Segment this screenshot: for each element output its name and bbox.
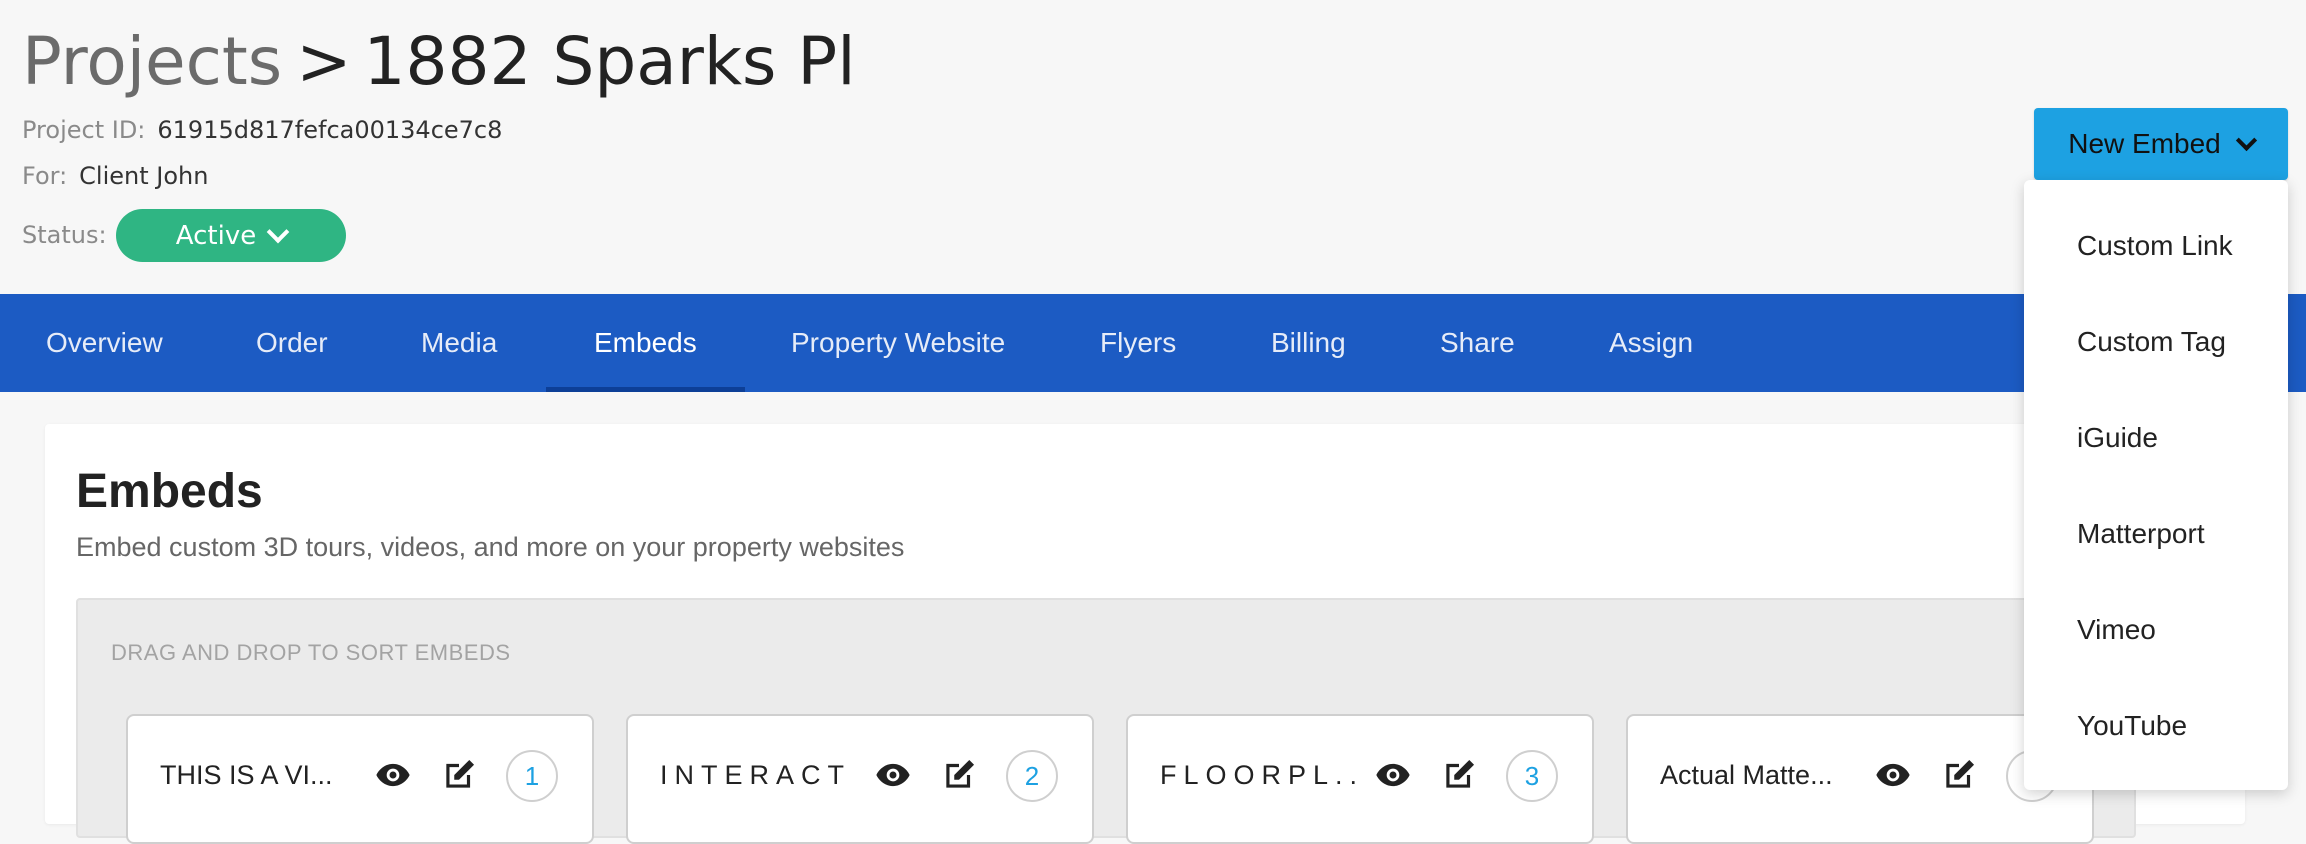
chevron-down-icon <box>266 220 290 243</box>
status-dropdown[interactable]: Active <box>116 209 346 262</box>
new-embed-menu: Custom Link Custom Tag iGuide Matterport… <box>2024 180 2288 790</box>
eye-icon[interactable] <box>874 756 912 794</box>
menu-item-custom-link[interactable]: Custom Link <box>2077 230 2233 262</box>
menu-item-vimeo[interactable]: Vimeo <box>2077 614 2156 646</box>
tab-billing[interactable]: Billing <box>1271 294 1346 392</box>
client-label: For: <box>22 162 68 190</box>
chevron-down-icon <box>2235 129 2257 151</box>
menu-item-youtube[interactable]: YouTube <box>2077 710 2187 742</box>
project-id-value: 61915d817fefca00134ce7c8 <box>157 116 503 144</box>
embed-card[interactable]: THIS IS A VI... 1 <box>126 714 594 844</box>
eye-icon[interactable] <box>1874 756 1912 794</box>
edit-icon[interactable] <box>1440 756 1478 794</box>
tab-share[interactable]: Share <box>1440 294 1515 392</box>
edit-icon[interactable] <box>1940 756 1978 794</box>
embeds-card: Embeds Embed custom 3D tours, videos, an… <box>45 424 2245 844</box>
edit-icon[interactable] <box>440 756 478 794</box>
tab-flyers[interactable]: Flyers <box>1100 294 1176 392</box>
menu-item-matterport[interactable]: Matterport <box>2077 518 2205 550</box>
client-row: For: Client John <box>22 162 208 190</box>
embed-card[interactable]: FLOORPL... 3 <box>1126 714 1594 844</box>
project-id-row: Project ID: 61915d817fefca00134ce7c8 <box>22 116 502 144</box>
embed-sort-area[interactable]: DRAG AND DROP TO SORT EMBEDS THIS IS A V… <box>76 598 2136 844</box>
eye-icon[interactable] <box>374 756 412 794</box>
embeds-subtitle: Embed custom 3D tours, videos, and more … <box>76 532 905 562</box>
breadcrumb-separator: > <box>296 23 352 100</box>
menu-item-custom-tag[interactable]: Custom Tag <box>2077 326 2226 358</box>
client-value: Client John <box>79 162 209 190</box>
embed-name: Actual Matte... <box>1660 760 1833 790</box>
breadcrumb-projects-link[interactable]: Projects <box>22 23 282 100</box>
new-embed-button[interactable]: New Embed <box>2034 108 2288 180</box>
sort-instruction: DRAG AND DROP TO SORT EMBEDS <box>111 640 511 665</box>
edit-icon[interactable] <box>940 756 978 794</box>
embed-order-badge: 1 <box>506 750 558 802</box>
project-header: Projects >1882 Sparks Pl Project ID: 61915… <box>0 0 2306 294</box>
embeds-title: Embeds <box>76 465 263 518</box>
embed-name: INTERACT <box>660 760 851 790</box>
embed-order-badge: 3 <box>1506 750 1558 802</box>
breadcrumb: Projects >1882 Sparks Pl <box>22 20 856 104</box>
new-embed-label: New Embed <box>2068 128 2221 159</box>
embed-name: THIS IS A VI... <box>160 760 333 790</box>
project-tabs: Overview Order Media Embeds Property Web… <box>0 294 2306 392</box>
project-id-label: Project ID: <box>22 116 146 144</box>
tab-property-website[interactable]: Property Website <box>791 294 1005 392</box>
page-title: 1882 Sparks Pl <box>363 23 856 100</box>
eye-icon[interactable] <box>1374 756 1412 794</box>
tab-media[interactable]: Media <box>421 294 497 392</box>
status-value: Active <box>175 220 257 251</box>
tab-order[interactable]: Order <box>256 294 328 392</box>
embed-name: FLOORPL... <box>1160 760 1360 790</box>
tab-embeds[interactable]: Embeds <box>546 294 745 392</box>
embed-card[interactable]: INTERACT 2 <box>626 714 1094 844</box>
tab-assign[interactable]: Assign <box>1609 294 1693 392</box>
menu-item-iguide[interactable]: iGuide <box>2077 422 2158 454</box>
tab-overview[interactable]: Overview <box>46 294 163 392</box>
embed-order-badge: 2 <box>1006 750 1058 802</box>
status-label: Status: <box>22 221 107 249</box>
